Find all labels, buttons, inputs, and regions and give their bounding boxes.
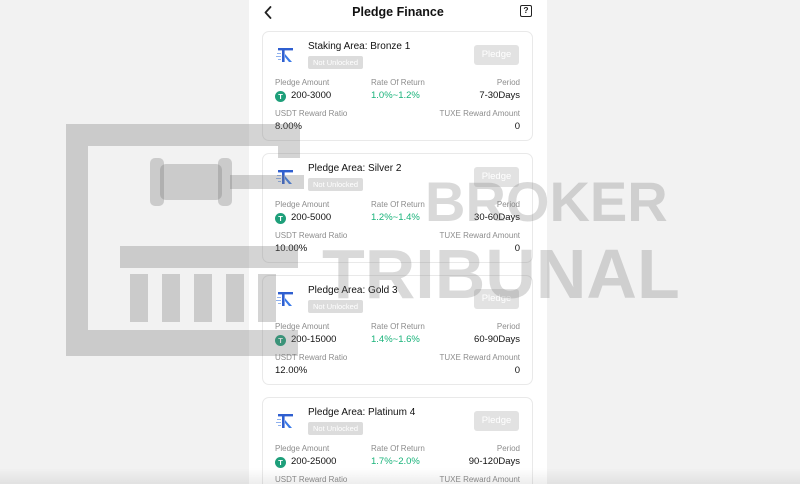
status-badge: Not Unlocked [308,178,364,191]
status-badge: Not Unlocked [308,422,364,435]
area-name: Pledge Area: Gold 3 [308,285,398,296]
usdt-ratio-label: USDT Reward Ratio [275,353,348,362]
tuxe-logo-icon [276,170,293,184]
pledge-amount-label: Pledge Amount [275,322,330,331]
pledge-amount-label: Pledge Amount [275,200,330,209]
pledge-button[interactable]: Pledge [474,289,519,309]
header-bar: Pledge Finance ? [249,0,547,26]
area-name: Pledge Area: Platinum 4 [308,407,416,418]
period-label: Period [496,322,520,331]
rate-of-return-value: 1.7%~2.0% [371,456,420,467]
usdt-coin-icon: T [275,213,286,224]
tuxe-amount-value: 0 [514,243,520,254]
pledge-amount-value: T 200-3000 [275,90,331,102]
usdt-coin-icon: T [275,91,286,102]
pledge-card: Staking Area: Bronze 1 Not Unlocked Pled… [262,31,533,141]
rate-of-return-value: 1.2%~1.4% [371,212,420,223]
period-label: Period [496,78,520,87]
tuxe-amount-value: 0 [514,365,520,376]
usdt-ratio-value: 8.00% [275,121,302,132]
pledge-card: Pledge Area: Gold 3 Not Unlocked Pledge … [262,275,533,385]
usdt-ratio-value: 10.00% [275,243,308,254]
tuxe-amount-label: TUXE Reward Amount [439,231,520,240]
period-value: 30-60Days [474,212,520,223]
period-value: 60-90Days [474,334,520,345]
pledge-amount-value: T 200-5000 [275,212,331,224]
rate-of-return-value: 1.4%~1.6% [371,334,420,345]
rate-of-return-label: Rate Of Return [371,444,425,453]
status-badge: Not Unlocked [308,300,364,313]
tuxe-amount-label: TUXE Reward Amount [439,353,520,362]
pledge-amount-value: T 200-15000 [275,334,336,346]
tuxe-amount-label: TUXE Reward Amount [439,109,520,118]
usdt-coin-icon: T [275,335,286,346]
question-mark-icon[interactable]: ? [520,5,532,17]
pledge-button[interactable]: Pledge [474,411,519,431]
app-screen: Pledge Finance ? Staking Area: Bronze 1 … [249,0,547,484]
period-value: 7-30Days [479,90,520,101]
rate-of-return-label: Rate Of Return [371,322,425,331]
pledge-amount-value: T 200-25000 [275,456,336,468]
pledge-card: Pledge Area: Silver 2 Not Unlocked Pledg… [262,153,533,263]
page-title: Pledge Finance [352,5,444,19]
pledge-amount-label: Pledge Amount [275,78,330,87]
area-name: Staking Area: Bronze 1 [308,41,411,52]
status-badge: Not Unlocked [308,56,364,69]
tuxe-logo-icon [276,48,293,62]
tuxe-amount-value: 0 [514,121,520,132]
period-value: 90-120Days [468,456,520,467]
usdt-ratio-label: USDT Reward Ratio [275,231,348,240]
rate-of-return-value: 1.0%~1.2% [371,90,420,101]
usdt-ratio-label: USDT Reward Ratio [275,109,348,118]
usdt-coin-icon: T [275,457,286,468]
tuxe-amount-label: TUXE Reward Amount [439,475,520,484]
usdt-ratio-value: 12.00% [275,365,308,376]
pledge-button[interactable]: Pledge [474,167,519,187]
rate-of-return-label: Rate Of Return [371,200,425,209]
pledge-card: Pledge Area: Platinum 4 Not Unlocked Ple… [262,397,533,484]
pledge-button[interactable]: Pledge [474,45,519,65]
period-label: Period [496,444,520,453]
tuxe-logo-icon [276,292,293,306]
pledge-amount-label: Pledge Amount [275,444,330,453]
rate-of-return-label: Rate Of Return [371,78,425,87]
tuxe-logo-icon [276,414,293,428]
area-name: Pledge Area: Silver 2 [308,163,402,174]
period-label: Period [496,200,520,209]
usdt-ratio-label: USDT Reward Ratio [275,475,348,484]
